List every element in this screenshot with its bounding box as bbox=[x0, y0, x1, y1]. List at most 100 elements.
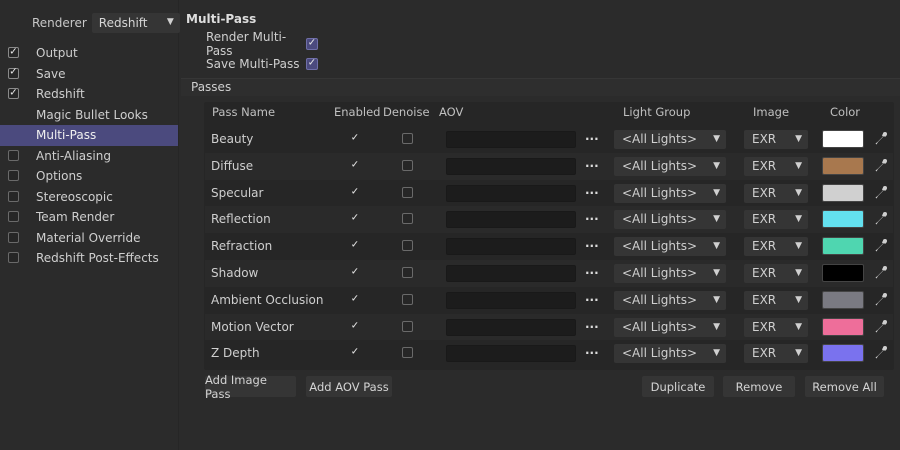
remove-all-button[interactable]: Remove All bbox=[805, 376, 884, 397]
color-swatch[interactable] bbox=[822, 237, 864, 256]
light-group-dropdown[interactable]: <All Lights> ▼ bbox=[614, 183, 726, 203]
enabled-checkbox[interactable]: ✓ bbox=[349, 294, 361, 306]
color-swatch[interactable] bbox=[822, 317, 864, 336]
sidebar-item-checkbox[interactable] bbox=[8, 170, 19, 181]
aov-browse-button[interactable]: ... bbox=[585, 317, 599, 331]
light-group-dropdown[interactable]: <All Lights> ▼ bbox=[614, 210, 726, 230]
denoise-checkbox[interactable] bbox=[402, 320, 413, 332]
sidebar-item-checkbox[interactable] bbox=[8, 252, 19, 263]
table-row[interactable]: Diffuse ✓... <All Lights> ▼ EXR ▼ bbox=[205, 152, 893, 180]
aov-browse-button[interactable]: ... bbox=[585, 129, 599, 143]
eyedropper-icon[interactable] bbox=[874, 265, 888, 281]
sidebar-item-checkbox[interactable]: ✓ bbox=[8, 47, 19, 58]
color-swatch[interactable] bbox=[822, 290, 864, 309]
add-image-pass-button[interactable]: Add Image Pass bbox=[205, 373, 296, 401]
sidebar-item[interactable]: Anti-Aliasing bbox=[0, 146, 178, 167]
light-group-dropdown[interactable]: <All Lights> ▼ bbox=[614, 290, 726, 310]
sidebar-item[interactable]: ✓ Save bbox=[0, 64, 178, 85]
color-swatch[interactable] bbox=[822, 264, 864, 282]
image-format-dropdown[interactable]: EXR ▼ bbox=[744, 156, 808, 176]
aov-browse-button[interactable]: ... bbox=[585, 236, 599, 250]
light-group-dropdown[interactable]: <All Lights> ▼ bbox=[614, 237, 726, 257]
eyedropper-icon[interactable] bbox=[874, 319, 888, 335]
render-multipass-checkbox[interactable]: ✓ bbox=[306, 38, 318, 50]
sidebar-item-checkbox[interactable] bbox=[8, 190, 19, 202]
image-format-dropdown[interactable]: EXR ▼ bbox=[744, 237, 808, 257]
eyedropper-icon[interactable] bbox=[874, 292, 888, 308]
add-aov-pass-button[interactable]: Add AOV Pass bbox=[306, 376, 392, 397]
sidebar-item[interactable]: Multi-Pass bbox=[0, 125, 178, 146]
sidebar-item-checkbox[interactable]: ✓ bbox=[8, 67, 19, 79]
aov-field[interactable] bbox=[446, 238, 576, 256]
enabled-checkbox[interactable]: ✓ bbox=[349, 321, 361, 333]
aov-browse-button[interactable]: ... bbox=[585, 209, 599, 223]
column-header-light-group[interactable]: Light Group bbox=[623, 105, 690, 119]
enabled-checkbox[interactable]: ✓ bbox=[349, 160, 361, 172]
aov-browse-button[interactable]: ... bbox=[585, 343, 599, 357]
table-row[interactable]: Z Depth ✓... <All Lights> ▼ EXR ▼ bbox=[205, 340, 893, 367]
denoise-checkbox[interactable] bbox=[402, 159, 413, 171]
renderer-dropdown[interactable]: Redshift ▼ bbox=[91, 13, 180, 33]
aov-field[interactable] bbox=[446, 345, 576, 363]
eyedropper-icon[interactable] bbox=[874, 131, 888, 147]
enabled-checkbox[interactable]: ✓ bbox=[349, 240, 361, 252]
column-header-enabled[interactable]: Enabled bbox=[334, 105, 380, 119]
image-format-dropdown[interactable]: EXR ▼ bbox=[744, 130, 808, 149]
color-swatch[interactable] bbox=[822, 210, 864, 229]
denoise-checkbox[interactable] bbox=[402, 186, 413, 198]
column-header-aov[interactable]: AOV bbox=[439, 105, 463, 119]
eyedropper-icon[interactable] bbox=[874, 211, 888, 227]
image-format-dropdown[interactable]: EXR ▼ bbox=[744, 290, 808, 310]
passes-group-header[interactable]: Passes bbox=[181, 78, 900, 96]
light-group-dropdown[interactable]: <All Lights> ▼ bbox=[614, 317, 726, 337]
column-header-color[interactable]: Color bbox=[830, 105, 860, 119]
sidebar-item[interactable]: Stereoscopic bbox=[0, 187, 178, 208]
aov-field[interactable] bbox=[446, 157, 576, 175]
eyedropper-icon[interactable] bbox=[874, 185, 888, 201]
light-group-dropdown[interactable]: <All Lights> ▼ bbox=[614, 130, 726, 149]
aov-browse-button[interactable]: ... bbox=[585, 183, 599, 197]
denoise-checkbox[interactable] bbox=[402, 267, 413, 278]
image-format-dropdown[interactable]: EXR ▼ bbox=[744, 210, 808, 230]
aov-field[interactable] bbox=[446, 318, 576, 336]
aov-browse-button[interactable]: ... bbox=[585, 263, 599, 277]
image-format-dropdown[interactable]: EXR ▼ bbox=[744, 317, 808, 337]
sidebar-item[interactable]: Material Override bbox=[0, 228, 178, 249]
table-row[interactable]: Ambient Occlusion ✓... <All Lights> ▼ EXR ▼ bbox=[205, 287, 893, 314]
enabled-checkbox[interactable]: ✓ bbox=[349, 213, 361, 225]
table-row[interactable]: Beauty ✓... <All Lights> ▼ EXR ▼ bbox=[205, 126, 893, 153]
denoise-checkbox[interactable] bbox=[402, 240, 413, 252]
aov-field[interactable] bbox=[446, 131, 576, 148]
table-row[interactable]: Specular ✓... <All Lights> ▼ EXR ▼ bbox=[205, 180, 893, 207]
light-group-dropdown[interactable]: <All Lights> ▼ bbox=[614, 156, 726, 176]
sidebar-item-checkbox[interactable]: ✓ bbox=[8, 88, 19, 99]
enabled-checkbox[interactable]: ✓ bbox=[349, 187, 361, 199]
table-row[interactable]: Refraction ✓... <All Lights> ▼ EXR ▼ bbox=[205, 233, 893, 260]
denoise-checkbox[interactable] bbox=[402, 293, 413, 305]
table-row[interactable]: Shadow ✓... <All Lights> ▼ EXR ▼ bbox=[205, 260, 893, 287]
sidebar-item[interactable]: Redshift Post-Effects bbox=[0, 248, 178, 269]
color-swatch[interactable] bbox=[822, 156, 864, 175]
sidebar-item-checkbox[interactable] bbox=[8, 149, 19, 161]
denoise-checkbox[interactable] bbox=[402, 213, 413, 225]
aov-field[interactable] bbox=[446, 211, 576, 229]
color-swatch[interactable] bbox=[822, 130, 864, 148]
denoise-checkbox[interactable] bbox=[402, 133, 413, 144]
table-row[interactable]: Motion Vector ✓... <All Lights> ▼ EXR ▼ bbox=[205, 313, 893, 341]
column-header-image[interactable]: Image bbox=[753, 105, 789, 119]
light-group-dropdown[interactable]: <All Lights> ▼ bbox=[614, 344, 726, 364]
column-header-pass-name[interactable]: Pass Name bbox=[212, 105, 275, 119]
aov-browse-button[interactable]: ... bbox=[585, 290, 599, 304]
sidebar-item[interactable]: Magic Bullet Looks bbox=[0, 105, 178, 126]
sidebar-item[interactable]: ✓ Output bbox=[0, 43, 178, 64]
sidebar-item[interactable]: ✓ Redshift bbox=[0, 84, 178, 105]
denoise-checkbox[interactable] bbox=[402, 347, 413, 359]
enabled-checkbox[interactable]: ✓ bbox=[349, 267, 361, 279]
sidebar-item-checkbox[interactable] bbox=[8, 231, 19, 243]
remove-button[interactable]: Remove bbox=[723, 376, 795, 397]
enabled-checkbox[interactable]: ✓ bbox=[349, 133, 361, 145]
image-format-dropdown[interactable]: EXR ▼ bbox=[744, 344, 808, 364]
sidebar-item[interactable]: Team Render bbox=[0, 207, 178, 228]
image-format-dropdown[interactable]: EXR ▼ bbox=[744, 183, 808, 203]
eyedropper-icon[interactable] bbox=[874, 345, 888, 361]
